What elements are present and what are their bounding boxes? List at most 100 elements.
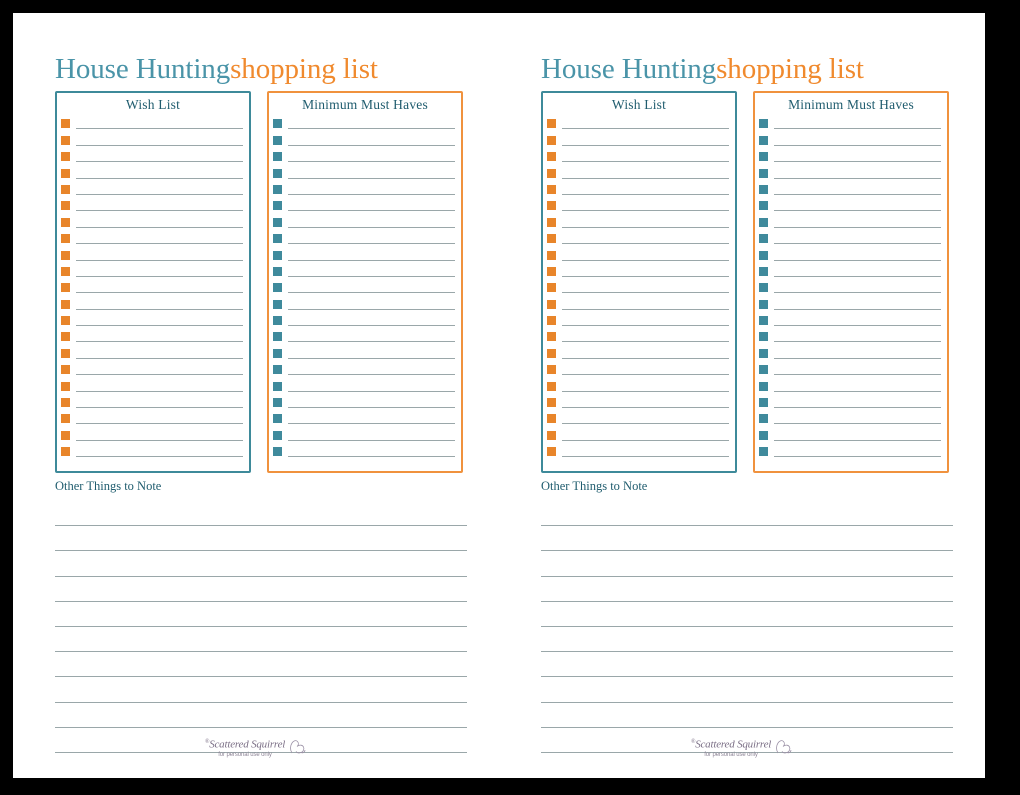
teal-square-bullet[interactable] [759,266,768,276]
checklist-row[interactable] [273,344,455,360]
checklist-row[interactable] [547,263,729,279]
checklist-row[interactable] [61,263,243,279]
teal-square-bullet[interactable] [273,217,282,227]
write-in-line[interactable] [288,177,455,179]
write-in-line[interactable] [76,308,243,310]
write-in-line[interactable] [76,390,243,392]
write-in-line[interactable] [76,423,243,425]
teal-square-bullet[interactable] [759,299,768,309]
teal-square-bullet[interactable] [759,398,768,408]
write-in-line[interactable] [288,259,455,261]
write-in-line[interactable] [288,390,455,392]
write-in-line[interactable] [562,308,729,310]
write-in-line[interactable] [774,144,941,146]
checklist-row[interactable] [61,443,243,459]
write-in-line[interactable] [288,325,455,327]
orange-square-bullet[interactable] [547,201,556,211]
teal-square-bullet[interactable] [759,348,768,358]
checklist-row[interactable] [759,295,941,311]
teal-square-bullet[interactable] [273,398,282,408]
write-in-line[interactable] [76,210,243,212]
checklist-row[interactable] [759,181,941,197]
checklist-row[interactable] [273,426,455,442]
checklist-row[interactable] [61,279,243,295]
checklist-row[interactable] [61,328,243,344]
write-in-line[interactable] [76,439,243,441]
checklist-row[interactable] [273,213,455,229]
orange-square-bullet[interactable] [547,168,556,178]
teal-square-bullet[interactable] [273,283,282,293]
write-in-line[interactable] [76,144,243,146]
note-line[interactable] [55,677,467,703]
checklist-row[interactable] [759,344,941,360]
note-line[interactable] [541,526,953,552]
checklist-row[interactable] [547,148,729,164]
checklist-row[interactable] [759,361,941,377]
orange-square-bullet[interactable] [547,316,556,326]
note-line[interactable] [55,652,467,678]
checklist-row[interactable] [759,115,941,131]
checklist-row[interactable] [547,246,729,262]
teal-square-bullet[interactable] [273,266,282,276]
checklist-row[interactable] [61,181,243,197]
write-in-line[interactable] [562,226,729,228]
note-line[interactable] [55,577,467,602]
orange-square-bullet[interactable] [547,234,556,244]
checklist-row[interactable] [759,394,941,410]
orange-square-bullet[interactable] [61,217,70,227]
checklist-row[interactable] [547,230,729,246]
orange-square-bullet[interactable] [547,217,556,227]
write-in-line[interactable] [76,407,243,409]
checklist-row[interactable] [61,410,243,426]
checklist-row[interactable] [547,377,729,393]
write-in-line[interactable] [76,193,243,195]
checklist-row[interactable] [273,181,455,197]
checklist-row[interactable] [547,410,729,426]
teal-square-bullet[interactable] [273,316,282,326]
orange-square-bullet[interactable] [547,414,556,424]
write-in-line[interactable] [562,292,729,294]
teal-square-bullet[interactable] [759,283,768,293]
write-in-line[interactable] [288,144,455,146]
checklist-row[interactable] [547,344,729,360]
orange-square-bullet[interactable] [61,266,70,276]
write-in-line[interactable] [774,210,941,212]
write-in-line[interactable] [288,275,455,277]
write-in-line[interactable] [562,259,729,261]
write-in-line[interactable] [76,374,243,376]
checklist-row[interactable] [547,426,729,442]
teal-square-bullet[interactable] [759,365,768,375]
checklist-row[interactable] [61,148,243,164]
teal-square-bullet[interactable] [759,430,768,440]
teal-square-bullet[interactable] [759,201,768,211]
write-in-line[interactable] [76,325,243,327]
write-in-line[interactable] [562,423,729,425]
write-in-line[interactable] [562,407,729,409]
write-in-line[interactable] [288,374,455,376]
write-in-line[interactable] [76,243,243,245]
orange-square-bullet[interactable] [547,119,556,129]
orange-square-bullet[interactable] [547,283,556,293]
teal-square-bullet[interactable] [273,119,282,129]
write-in-line[interactable] [288,226,455,228]
teal-square-bullet[interactable] [273,184,282,194]
write-in-line[interactable] [76,259,243,261]
checklist-row[interactable] [273,164,455,180]
note-line[interactable] [55,501,467,527]
write-in-line[interactable] [562,193,729,195]
teal-square-bullet[interactable] [759,234,768,244]
teal-square-bullet[interactable] [273,348,282,358]
checklist-row[interactable] [273,197,455,213]
checklist-row[interactable] [547,164,729,180]
checklist-row[interactable] [273,328,455,344]
checklist-row[interactable] [61,115,243,131]
checklist-row[interactable] [759,410,941,426]
checklist-row[interactable] [759,131,941,147]
checklist-row[interactable] [547,213,729,229]
checklist-row[interactable] [759,197,941,213]
checklist-row[interactable] [273,263,455,279]
orange-square-bullet[interactable] [61,201,70,211]
checklist-row[interactable] [759,164,941,180]
teal-square-bullet[interactable] [759,152,768,162]
note-line[interactable] [541,703,953,728]
